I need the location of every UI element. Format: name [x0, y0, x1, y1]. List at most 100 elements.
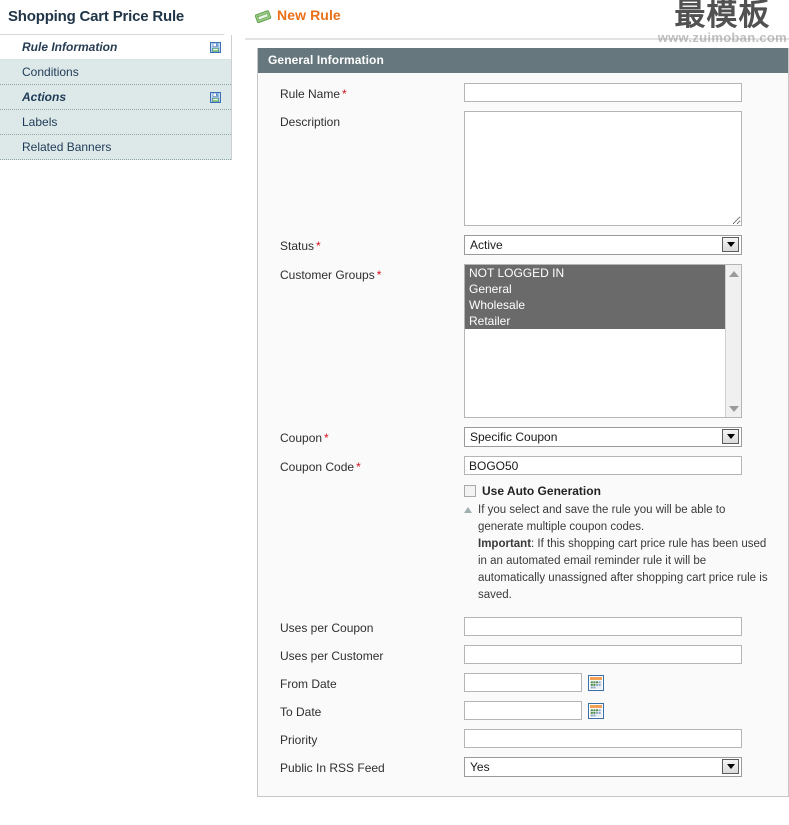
field-row-customer-groups: Customer Groups * NOT LOGGED IN General W…	[258, 264, 788, 418]
sidebar-item-label: Related Banners	[22, 139, 112, 154]
rule-name-label: Rule Name *	[258, 83, 464, 102]
coupon-code-input[interactable]	[464, 456, 742, 475]
watermark: 最模板 www.zuimoban.com	[658, 0, 787, 44]
sidebar-item-conditions[interactable]: Conditions	[0, 60, 231, 85]
coupon-code-field-wrap	[464, 456, 788, 475]
panel-header-title: General Information	[258, 48, 788, 73]
rule-name-field-wrap	[464, 83, 788, 102]
required-marker: *	[316, 239, 321, 253]
coupon-label: Coupon *	[258, 427, 464, 446]
public-in-rss-feed-label: Public In RSS Feed	[280, 761, 385, 775]
required-marker: *	[376, 268, 382, 282]
watermark-url: www.zuimoban.com	[657, 30, 787, 45]
field-row-to-date: To Date	[258, 701, 788, 720]
coupon-select[interactable]: Specific Coupon	[464, 427, 742, 447]
panel-body: Rule Name * Description Status * Active …	[258, 73, 788, 796]
description-textarea[interactable]	[464, 111, 742, 226]
list-item[interactable]: General	[465, 281, 725, 297]
sidebar-item-labels[interactable]: Labels	[0, 110, 231, 135]
customer-groups-field-wrap: NOT LOGGED IN General Wholesale Retailer	[464, 264, 788, 418]
coupon-select-wrap: Specific Coupon	[464, 427, 742, 447]
note-important-label: Important	[478, 538, 532, 550]
field-row-coupon: Coupon * Specific Coupon	[258, 427, 788, 447]
to-date-label: To Date	[280, 705, 322, 719]
scroll-up-icon[interactable]	[726, 266, 741, 281]
required-marker: *	[356, 460, 361, 474]
use-auto-generation-field-wrap: Use Auto Generation If you select and sa…	[464, 484, 788, 604]
uses-per-customer-input[interactable]	[464, 645, 742, 664]
rule-name-input[interactable]	[464, 83, 742, 102]
public-in-rss-feed-select-wrap: Yes	[464, 757, 742, 777]
use-auto-generation-checkbox[interactable]	[464, 485, 476, 497]
priority-label: Priority	[280, 733, 318, 747]
sidebar-title: Shopping Cart Price Rule	[0, 0, 224, 35]
uses-per-coupon-label: Uses per Coupon	[280, 621, 374, 635]
uses-per-coupon-input[interactable]	[464, 617, 742, 636]
sidebar-nav: Rule Information Conditions Actions Labe…	[0, 35, 232, 160]
list-item[interactable]: NOT LOGGED IN	[465, 265, 725, 281]
watermark-logo: 最模板	[674, 0, 771, 33]
required-marker: *	[324, 431, 329, 445]
status-select-wrap: Active	[464, 235, 742, 255]
field-row-coupon-code: Coupon Code *	[258, 456, 788, 475]
priority-input[interactable]	[464, 729, 742, 748]
public-in-rss-feed-select[interactable]: Yes	[464, 757, 742, 777]
description-label: Description	[280, 115, 341, 129]
calendar-icon[interactable]	[588, 702, 604, 719]
label-text: Rule Name	[280, 87, 341, 101]
use-auto-generation-note: If you select and save the rule you will…	[464, 502, 770, 604]
from-date-field-wrap	[464, 673, 788, 692]
field-row-uses-per-customer: Uses per Customer	[258, 645, 788, 664]
field-row-rule-name: Rule Name *	[258, 83, 788, 102]
list-item[interactable]: Wholesale	[465, 297, 725, 313]
customer-groups-multiselect[interactable]: NOT LOGGED IN General Wholesale Retailer	[464, 264, 742, 418]
field-row-from-date: From Date	[258, 673, 788, 692]
page-title: New Rule	[277, 7, 341, 23]
from-date-label: From Date	[280, 677, 337, 691]
scroll-down-icon[interactable]	[726, 401, 741, 416]
sidebar-item-actions[interactable]: Actions	[0, 85, 231, 110]
field-row-uses-per-coupon: Uses per Coupon	[258, 617, 788, 636]
uses-per-coupon-field-wrap	[464, 617, 788, 636]
sidebar: Shopping Cart Price Rule Rule Informatio…	[0, 0, 232, 825]
from-date-input[interactable]	[464, 673, 582, 692]
to-date-input[interactable]	[464, 701, 582, 720]
sidebar-item-label: Rule Information	[22, 39, 118, 54]
field-row-priority: Priority	[258, 729, 788, 748]
field-row-use-auto-generation: Use Auto Generation If you select and sa…	[258, 484, 788, 604]
info-triangle-icon	[464, 507, 472, 513]
sidebar-item-label: Labels	[22, 114, 58, 129]
priority-field-wrap	[464, 729, 788, 748]
field-row-description: Description	[258, 111, 788, 226]
description-field-wrap	[464, 111, 788, 226]
general-information-panel: General Information Rule Name * Descripti…	[257, 48, 789, 797]
save-icon[interactable]	[210, 91, 221, 103]
label-text: Coupon Code	[280, 460, 355, 474]
main-content: New Rule 最模板 www.zuimoban.com General In…	[245, 0, 789, 825]
status-field-wrap: Active	[464, 235, 788, 255]
sidebar-item-rule-information[interactable]: Rule Information	[0, 35, 231, 60]
price-tag-icon	[254, 9, 272, 24]
use-auto-generation-row[interactable]: Use Auto Generation	[464, 484, 778, 498]
customer-groups-scrollbar[interactable]	[725, 265, 741, 417]
field-row-public-in-rss-feed: Public In RSS Feed Yes	[258, 757, 788, 777]
uses-per-customer-label: Uses per Customer	[280, 649, 384, 663]
save-icon[interactable]	[210, 41, 221, 53]
use-auto-generation-spacer	[258, 484, 464, 503]
coupon-field-wrap: Specific Coupon	[464, 427, 788, 447]
status-select[interactable]: Active	[464, 235, 742, 255]
list-item[interactable]: Retailer	[465, 313, 725, 329]
status-label: Status *	[258, 235, 464, 254]
sidebar-item-label: Actions	[22, 89, 67, 104]
label-text: Coupon	[280, 431, 323, 445]
customer-groups-label: Customer Groups *	[258, 264, 464, 283]
label-text: Customer Groups	[280, 268, 375, 282]
sidebar-item-related-banners[interactable]: Related Banners	[0, 135, 231, 160]
use-auto-generation-label: Use Auto Generation	[482, 484, 601, 498]
required-marker: *	[342, 87, 347, 101]
calendar-icon[interactable]	[588, 674, 604, 691]
sidebar-item-label: Conditions	[22, 64, 79, 79]
to-date-field-wrap	[464, 701, 788, 720]
coupon-code-label: Coupon Code *	[258, 456, 464, 475]
customer-groups-option-list: NOT LOGGED IN General Wholesale Retailer	[465, 265, 725, 417]
